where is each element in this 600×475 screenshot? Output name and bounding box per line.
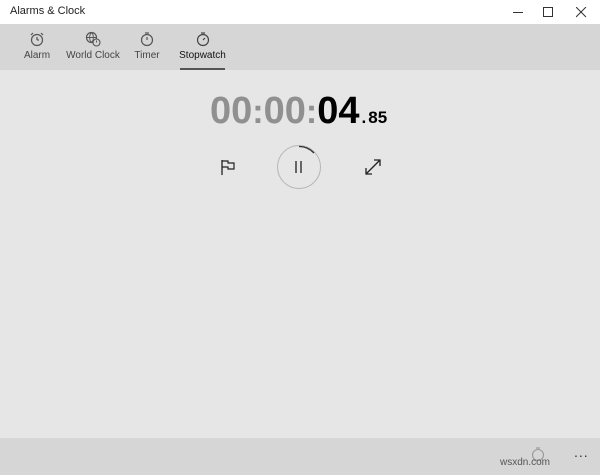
world-clock-icon: [85, 31, 101, 47]
close-icon: [576, 7, 587, 18]
lap-button[interactable]: [219, 158, 237, 176]
minutes-value: 00: [263, 90, 306, 132]
seconds-value: 04: [317, 90, 360, 132]
flag-icon: [221, 160, 235, 175]
decimal-point: .: [361, 108, 367, 127]
expand-button[interactable]: [364, 158, 382, 176]
pause-button[interactable]: [277, 145, 321, 189]
pause-icon: [295, 161, 302, 173]
watermark: wsxdn.com: [500, 457, 551, 468]
hours-value: 00: [210, 90, 253, 132]
tab-stopwatch-label: Stopwatch: [179, 50, 226, 61]
alarm-icon: [30, 32, 44, 47]
centiseconds-value: 85: [368, 108, 388, 127]
tab-world-clock[interactable]: World Clock: [65, 24, 121, 70]
minimize-icon: [513, 12, 523, 13]
stopwatch-display: 00:00:04. 85: [210, 90, 387, 140]
tab-alarm-label: Alarm: [23, 50, 51, 61]
tab-timer-label: Timer: [134, 50, 160, 61]
tab-world-clock-label: World Clock: [66, 50, 120, 61]
maximize-icon: [543, 7, 553, 17]
maximize-button[interactable]: [533, 0, 563, 24]
minimize-button[interactable]: [503, 0, 533, 24]
window-title: Alarms & Clock: [10, 5, 86, 17]
timer-icon: [140, 32, 154, 47]
more-options-button[interactable]: ...: [574, 444, 589, 460]
tab-stopwatch[interactable]: Stopwatch: [175, 24, 230, 70]
title-bar: Alarms & Clock: [0, 0, 600, 24]
close-button[interactable]: [566, 0, 596, 24]
tab-alarm[interactable]: Alarm: [20, 24, 54, 70]
expand-icon: [365, 159, 381, 175]
active-tab-indicator: [180, 68, 225, 70]
tab-timer[interactable]: Timer: [132, 24, 162, 70]
separator: :: [305, 93, 318, 131]
tab-bar: Alarm World Clock Timer Stopwatch: [0, 24, 600, 70]
separator: :: [252, 93, 264, 131]
stopwatch-icon: [196, 32, 209, 47]
